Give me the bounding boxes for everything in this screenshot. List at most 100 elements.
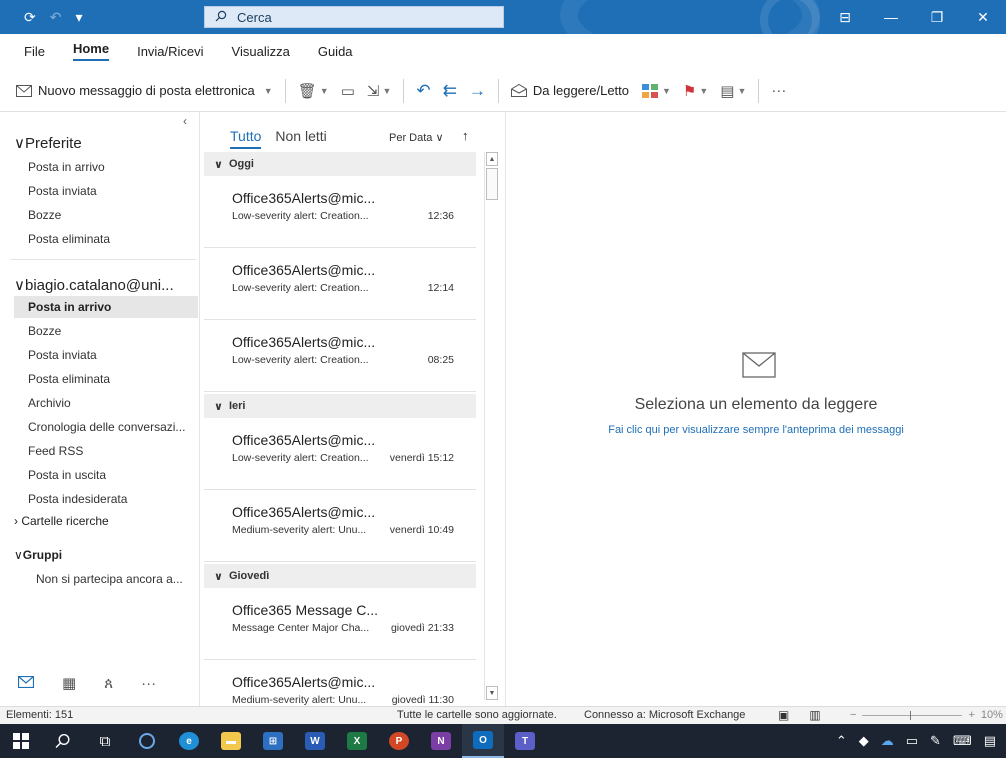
search-folders-header[interactable]: › Cartelle ricerche xyxy=(14,514,109,528)
rules-icon[interactable]: ▤ ▼ xyxy=(720,82,746,100)
mail-icon[interactable] xyxy=(17,675,35,692)
reply-icon[interactable]: ↶ xyxy=(416,81,430,101)
envelope-icon xyxy=(742,352,776,381)
network-icon[interactable]: ▭ xyxy=(906,733,918,749)
notifications-icon[interactable]: ▤ xyxy=(984,733,996,749)
search-placeholder: Cerca xyxy=(237,9,272,25)
reply-all-icon[interactable]: ⇇ xyxy=(443,81,457,101)
tab-all[interactable]: Tutto xyxy=(230,128,262,149)
list-item[interactable]: Office365Alerts@mic... Medium-severity a… xyxy=(204,660,476,706)
group-header-thursday[interactable]: ∨ Giovedì xyxy=(204,564,476,588)
sync-status: Tutte le cartelle sono aggiornate. xyxy=(397,709,557,721)
restore-icon[interactable]: ❐ xyxy=(914,9,960,26)
folder-junk[interactable]: Posta indesiderata xyxy=(28,492,127,506)
message-list: Tutto Non letti Per Data ∨ ↑ ∨ Oggi Offic… xyxy=(204,112,506,706)
file-explorer-icon[interactable]: ▬ xyxy=(210,724,252,758)
list-item[interactable]: Office365Alerts@mic... Low-severity aler… xyxy=(204,248,476,320)
scroll-down-icon[interactable]: ▼ xyxy=(486,686,498,700)
list-item[interactable]: Office365Alerts@mic... Low-severity aler… xyxy=(204,320,476,392)
ribbon-separator xyxy=(284,78,286,103)
tab-view[interactable]: Visualizza xyxy=(232,44,290,59)
folder-inbox-selected[interactable]: Posta in arrivo xyxy=(14,296,198,318)
scroll-thumb[interactable] xyxy=(486,168,498,200)
archive-icon[interactable]: ▭ xyxy=(341,82,355,100)
scroll-up-icon[interactable]: ▲ xyxy=(486,152,498,166)
forward-icon[interactable]: → xyxy=(469,81,486,101)
new-message-button[interactable]: Nuovo messaggio di posta elettronica ▼ xyxy=(16,83,273,98)
onedrive-icon[interactable]: ☁ xyxy=(881,733,894,749)
list-item[interactable]: Office365Alerts@mic... Low-severity aler… xyxy=(204,176,476,248)
chevron-up-icon[interactable]: ⌃ xyxy=(836,733,847,749)
powerpoint-icon[interactable]: P xyxy=(378,724,420,758)
ribbon-display-icon[interactable]: ⊟ xyxy=(822,9,868,26)
group-header-today[interactable]: ∨ Oggi xyxy=(204,152,476,176)
sort-dropdown[interactable]: Per Data ∨ xyxy=(389,131,444,144)
folder-archive[interactable]: Archivio xyxy=(28,396,71,410)
teams-icon[interactable]: T xyxy=(504,724,546,758)
onenote-icon[interactable]: N xyxy=(420,724,462,758)
categorize-icon[interactable]: ▼ xyxy=(641,83,671,99)
folder-rss[interactable]: Feed RSS xyxy=(28,444,83,458)
task-view-icon[interactable]: ⧉ xyxy=(84,724,126,758)
favorites-header[interactable]: ∨Preferite xyxy=(14,134,82,152)
read-unread-button[interactable]: Da leggere/Letto xyxy=(510,83,629,98)
favorite-drafts[interactable]: Bozze xyxy=(28,208,61,222)
tab-home[interactable]: Home xyxy=(72,41,110,61)
list-item[interactable]: Office365Alerts@mic... Low-severity aler… xyxy=(204,418,476,490)
sort-direction-icon[interactable]: ↑ xyxy=(462,128,469,143)
move-icon[interactable]: ⇲ ▼ xyxy=(367,82,392,100)
list-item[interactable]: Office365 Message C... Message Center Ma… xyxy=(204,588,476,660)
folder-sent[interactable]: Posta inviata xyxy=(28,348,97,362)
flag-icon[interactable]: ⚑ ▼ xyxy=(683,82,708,100)
sync-icon[interactable]: ⟳ xyxy=(24,9,36,26)
security-icon[interactable]: ◆ xyxy=(859,733,869,749)
normal-view-icon[interactable]: ▣ xyxy=(778,708,789,722)
tab-send-receive[interactable]: Invia/Ricevi xyxy=(137,44,203,59)
favorite-inbox[interactable]: Posta in arrivo xyxy=(28,160,105,174)
outlook-icon[interactable]: O xyxy=(462,724,504,758)
message-list-scrollbar[interactable]: ▲ ▼ xyxy=(484,152,498,700)
account-header[interactable]: ∨biagio.catalano@uni... xyxy=(14,276,174,294)
collapse-pane-icon[interactable]: ‹ xyxy=(183,114,187,128)
keyboard-icon[interactable]: ⌨ xyxy=(953,733,972,749)
more-apps-icon[interactable]: ··· xyxy=(141,675,156,692)
windows-start-icon[interactable] xyxy=(0,724,42,758)
group-header-yesterday[interactable]: ∨ Ieri xyxy=(204,394,476,418)
zoom-in-icon[interactable]: + xyxy=(968,709,974,721)
word-icon[interactable]: W xyxy=(294,724,336,758)
more-commands-icon[interactable]: ··· xyxy=(771,82,786,99)
reading-view-icon[interactable]: ▥ xyxy=(809,708,820,722)
delete-icon[interactable]: 🗑 ▼ xyxy=(298,82,329,100)
calendar-icon[interactable]: ▦ xyxy=(62,674,76,692)
list-item[interactable]: Office365Alerts@mic... Medium-severity a… xyxy=(204,490,476,562)
ribbon-separator xyxy=(403,78,405,103)
pen-icon[interactable]: ✎ xyxy=(930,733,941,749)
store-icon[interactable]: ⊞ xyxy=(252,724,294,758)
close-icon[interactable]: ✕ xyxy=(960,9,1006,26)
cortana-icon[interactable] xyxy=(126,724,168,758)
groups-empty-item[interactable]: Non si partecipa ancora a... xyxy=(36,572,183,586)
zoom-out-icon[interactable]: − xyxy=(850,709,856,721)
folder-outbox[interactable]: Posta in uscita xyxy=(28,468,106,482)
minimize-icon[interactable]: — xyxy=(868,9,914,25)
zoom-slider[interactable] xyxy=(862,710,963,720)
zoom-level[interactable]: 10% xyxy=(981,709,1003,721)
preview-settings-link[interactable]: Fai clic qui per visualizzare sempre l'a… xyxy=(506,424,1006,436)
people-icon[interactable]: ጰ xyxy=(104,675,113,692)
favorite-deleted[interactable]: Posta eliminata xyxy=(28,232,110,246)
folder-drafts[interactable]: Bozze xyxy=(28,324,61,338)
undo-icon[interactable]: ↶ xyxy=(50,9,62,26)
favorite-sent[interactable]: Posta inviata xyxy=(28,184,97,198)
search-input[interactable]: Cerca xyxy=(204,6,504,28)
search-icon[interactable] xyxy=(42,724,84,758)
tab-help[interactable]: Guida xyxy=(318,44,353,59)
tab-file[interactable]: File xyxy=(24,44,45,59)
folder-deleted[interactable]: Posta eliminata xyxy=(28,372,110,386)
excel-icon[interactable]: X xyxy=(336,724,378,758)
tab-unread[interactable]: Non letti xyxy=(275,128,326,149)
folder-conversation-history[interactable]: Cronologia delle conversazi... xyxy=(28,420,185,434)
customize-icon[interactable]: ▾ xyxy=(75,9,82,26)
ribbon-separator xyxy=(497,78,499,103)
edge-icon[interactable]: e xyxy=(168,724,210,758)
groups-header[interactable]: ∨Gruppi xyxy=(14,548,62,562)
